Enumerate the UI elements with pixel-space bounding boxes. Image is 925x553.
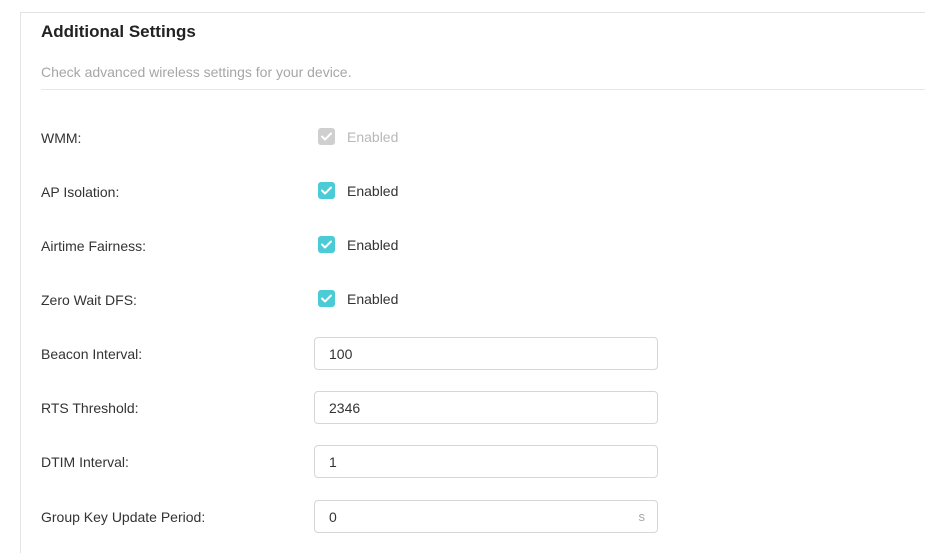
section-title: Additional Settings [41, 22, 196, 41]
beacon-interval-field [314, 337, 658, 370]
wmm-option-label: Enabled [347, 128, 399, 145]
airtime-fairness-checkbox-group: Enabled [318, 236, 398, 253]
checkmark-icon [321, 132, 332, 141]
ap-isolation-label: AP Isolation: [41, 184, 120, 200]
zero-wait-dfs-option-label: Enabled [347, 290, 399, 307]
airtime-fairness-option-label: Enabled [347, 236, 399, 253]
dtim-interval-input[interactable] [329, 446, 629, 477]
ap-isolation-checkbox-group: Enabled [318, 182, 398, 199]
zero-wait-dfs-checkbox-group: Enabled [318, 290, 398, 307]
checkmark-icon [321, 240, 332, 249]
airtime-fairness-label: Airtime Fairness: [41, 238, 147, 254]
section-divider [41, 89, 925, 90]
seconds-unit-label: s [638, 509, 646, 524]
wmm-checkbox[interactable] [318, 128, 335, 145]
rts-threshold-label: RTS Threshold: [41, 400, 139, 416]
group-key-update-period-field: s [314, 500, 658, 533]
section-subtitle: Check advanced wireless settings for you… [41, 64, 352, 80]
beacon-interval-input[interactable] [329, 338, 629, 369]
rts-threshold-field [314, 391, 658, 424]
wmm-label: WMM: [41, 130, 82, 146]
dtim-interval-label: DTIM Interval: [41, 454, 129, 470]
ap-isolation-checkbox[interactable] [318, 182, 335, 199]
rts-threshold-input[interactable] [329, 392, 629, 423]
checkmark-icon [321, 186, 332, 195]
beacon-interval-label: Beacon Interval: [41, 346, 143, 362]
ap-isolation-option-label: Enabled [347, 182, 399, 199]
checkmark-icon [321, 294, 332, 303]
group-key-update-period-label: Group Key Update Period: [41, 509, 206, 525]
wmm-checkbox-group: Enabled [318, 128, 398, 145]
zero-wait-dfs-checkbox[interactable] [318, 290, 335, 307]
zero-wait-dfs-label: Zero Wait DFS: [41, 292, 137, 308]
airtime-fairness-checkbox[interactable] [318, 236, 335, 253]
dtim-interval-field [314, 445, 658, 478]
group-key-update-period-input[interactable] [329, 501, 629, 532]
